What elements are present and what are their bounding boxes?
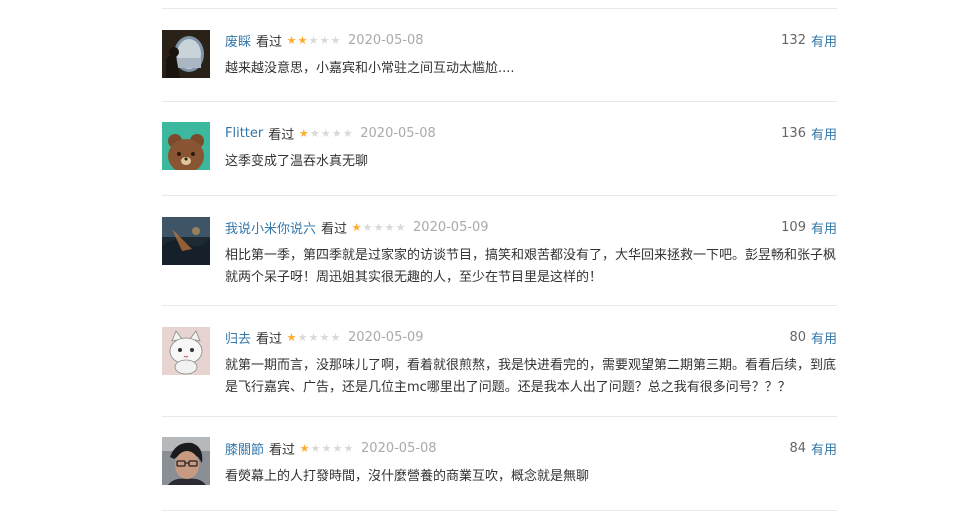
rating-stars: ★ ★ ★ ★ ★ [286, 332, 341, 343]
review-date: 2020-05-08 [361, 440, 437, 456]
review-status: 看过 [268, 127, 295, 143]
person-with-glasses-photo [162, 437, 210, 485]
star-icon: ★ [332, 441, 343, 455]
review-username[interactable]: 我说小米你说六 [225, 218, 316, 237]
review-status: 看过 [269, 442, 296, 458]
vote-count: 109 [781, 219, 806, 235]
review-votes: 84 有用 [789, 439, 837, 458]
star-icon: ★ [308, 330, 319, 344]
star-icon: ★ [309, 126, 320, 140]
review-content: 相比第一季，第四季就是过家家的访谈节目，搞笑和艰苦都没有了，大华回来拯救一下吧。… [225, 248, 837, 285]
useful-button[interactable]: 有用 [811, 328, 837, 347]
star-icon: ★ [362, 220, 373, 234]
dark-landscape-photo [162, 217, 210, 265]
review-date: 2020-05-08 [360, 125, 436, 141]
review-votes: 136 有用 [781, 124, 837, 143]
rating-stars: ★ ★ ★ ★ ★ [351, 222, 406, 233]
vote-count: 84 [789, 440, 806, 456]
cartoon-cat [162, 327, 210, 375]
review-username[interactable]: 膝關節 [225, 439, 264, 458]
brown-bear-cartoon [162, 122, 210, 170]
vote-count: 80 [789, 329, 806, 345]
review-votes: 80 有用 [789, 328, 837, 347]
review-date: 2020-05-09 [413, 219, 489, 235]
review-item: 我说小米你说六 看过 ★ ★ ★ ★ ★ 2020-05-09 109 有用 相比第一季… [162, 196, 837, 306]
review-status: 看过 [256, 34, 283, 50]
star-icon: ★ [308, 33, 319, 47]
review-meta: 归去 看过 ★ ★ ★ ★ ★ 2020-05-09 [225, 328, 424, 347]
star-icon: ★ [299, 441, 310, 455]
star-icon: ★ [331, 126, 342, 140]
review-meta: Flitter 看过 ★ ★ ★ ★ ★ 2020-05-08 [225, 124, 436, 143]
vote-count: 136 [781, 125, 806, 141]
review-username[interactable]: 废睬 [225, 31, 251, 50]
useful-button[interactable]: 有用 [811, 439, 837, 458]
review-content: 越来越没意思，小嘉宾和小常驻之间互动太尴尬.... [225, 61, 515, 76]
star-icon: ★ [286, 330, 297, 344]
review-meta: 我说小米你说六 看过 ★ ★ ★ ★ ★ 2020-05-09 [225, 218, 489, 237]
review-item: 废睬 看过 ★ ★ ★ ★ ★ 2020-05-08 132 有用 越来越没意思，小嘉宾… [162, 9, 837, 102]
top-divider [162, 0, 837, 9]
star-icon: ★ [384, 220, 395, 234]
avatar[interactable] [162, 327, 210, 375]
star-icon: ★ [330, 330, 341, 344]
avatar[interactable] [162, 217, 210, 265]
review-content: 就第一期而言，没那味儿了啊，看着就很煎熬，我是快进看完的，需要观望第二期第三期。… [225, 358, 837, 395]
star-icon: ★ [395, 220, 406, 234]
airplane-window-photo [162, 30, 210, 78]
useful-button[interactable]: 有用 [811, 31, 837, 50]
rating-stars: ★ ★ ★ ★ ★ [286, 35, 341, 46]
review-item: 膝關節 看过 ★ ★ ★ ★ ★ 2020-05-08 84 有用 看熒幕上的人打發時間… [162, 417, 837, 511]
review-meta: 膝關節 看过 ★ ★ ★ ★ ★ 2020-05-08 [225, 439, 437, 458]
rating-stars: ★ ★ ★ ★ ★ [299, 443, 354, 454]
star-icon: ★ [297, 330, 308, 344]
review-status: 看过 [256, 331, 283, 347]
review-votes: 109 有用 [781, 218, 837, 237]
review-username[interactable]: 归去 [225, 328, 251, 347]
review-date: 2020-05-09 [348, 329, 424, 345]
star-icon: ★ [320, 126, 331, 140]
useful-button[interactable]: 有用 [811, 124, 837, 143]
useful-button[interactable]: 有用 [811, 218, 837, 237]
vote-count: 132 [781, 32, 806, 48]
star-icon: ★ [330, 33, 341, 47]
avatar[interactable] [162, 122, 210, 170]
review-meta: 废睬 看过 ★ ★ ★ ★ ★ 2020-05-08 [225, 31, 424, 50]
star-icon: ★ [373, 220, 384, 234]
review-username[interactable]: Flitter [225, 126, 263, 141]
review-votes: 132 有用 [781, 31, 837, 50]
star-icon: ★ [343, 441, 354, 455]
rating-stars: ★ ★ ★ ★ ★ [298, 128, 353, 139]
avatar[interactable] [162, 30, 210, 78]
review-content: 看熒幕上的人打發時間，沒什麼營養的商業互吹，概念就是無聊 [225, 469, 590, 484]
star-icon: ★ [297, 33, 308, 47]
star-icon: ★ [286, 33, 297, 47]
star-icon: ★ [298, 126, 309, 140]
star-icon: ★ [321, 441, 332, 455]
review-date: 2020-05-08 [348, 32, 424, 48]
review-list: 废睬 看过 ★ ★ ★ ★ ★ 2020-05-08 132 有用 越来越没意思，小嘉宾… [162, 0, 837, 511]
star-icon: ★ [319, 33, 330, 47]
review-status: 看过 [321, 221, 348, 237]
star-icon: ★ [351, 220, 362, 234]
star-icon: ★ [310, 441, 321, 455]
review-item: 归去 看过 ★ ★ ★ ★ ★ 2020-05-09 80 有用 就第一期而言，没那味儿… [162, 306, 837, 417]
avatar[interactable] [162, 437, 210, 485]
review-item: Flitter 看过 ★ ★ ★ ★ ★ 2020-05-08 136 有用 这季变成了… [162, 102, 837, 196]
review-content: 这季变成了温吞水真无聊 [225, 154, 369, 169]
star-icon: ★ [342, 126, 353, 140]
star-icon: ★ [319, 330, 330, 344]
